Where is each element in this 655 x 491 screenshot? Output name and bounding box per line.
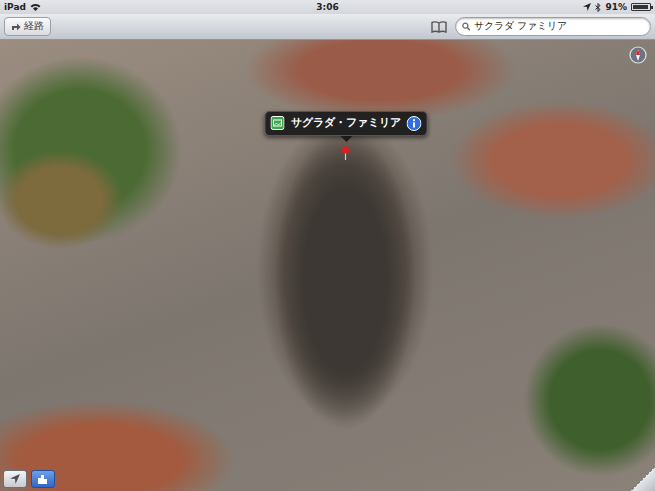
status-bar: iPad 3:06 91% bbox=[0, 0, 655, 14]
place-photo-icon bbox=[271, 116, 285, 130]
wifi-icon bbox=[30, 3, 41, 11]
page-curl[interactable] bbox=[631, 467, 655, 491]
device-name: iPad bbox=[4, 0, 26, 14]
bookmarks-icon[interactable] bbox=[431, 21, 447, 33]
location-arrow-icon bbox=[9, 473, 21, 485]
battery-icon bbox=[631, 3, 651, 11]
map-view[interactable]: サグラダ・ファミリア bbox=[0, 40, 655, 491]
pin-icon[interactable] bbox=[341, 146, 350, 160]
directions-button[interactable]: 経路 bbox=[4, 17, 51, 36]
directions-icon bbox=[11, 22, 21, 31]
battery-percent: 91% bbox=[605, 0, 627, 14]
tracking-button[interactable] bbox=[3, 470, 27, 488]
toolbar: 経路 bbox=[0, 14, 655, 40]
map-controls bbox=[3, 470, 55, 488]
info-icon[interactable] bbox=[407, 116, 422, 131]
callout-title: サグラダ・ファミリア bbox=[291, 115, 401, 132]
buildings-button[interactable] bbox=[31, 470, 55, 488]
location-icon bbox=[583, 3, 591, 11]
search-field[interactable] bbox=[455, 17, 651, 36]
search-input[interactable] bbox=[474, 19, 644, 33]
buildings-icon bbox=[37, 473, 49, 485]
clock: 3:06 bbox=[316, 0, 338, 14]
battery-fill bbox=[633, 5, 648, 9]
place-callout[interactable]: サグラダ・ファミリア bbox=[265, 111, 428, 136]
directions-label: 経路 bbox=[24, 19, 44, 33]
bluetooth-icon bbox=[595, 3, 601, 12]
compass-icon[interactable] bbox=[629, 46, 647, 64]
search-icon bbox=[462, 22, 470, 31]
